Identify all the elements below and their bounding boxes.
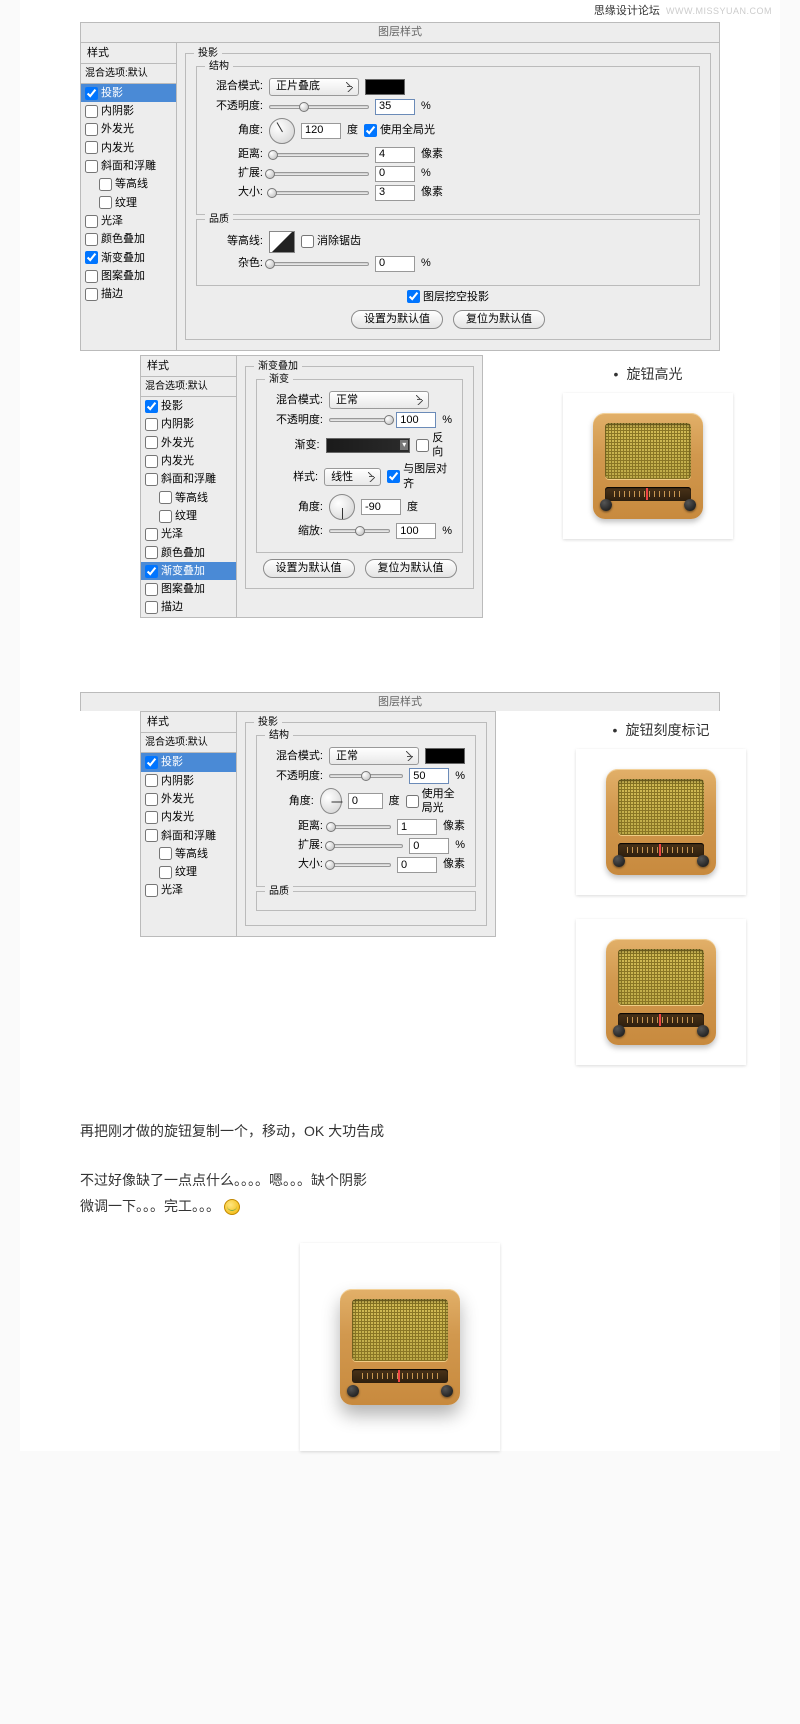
opacity-slider[interactable] — [269, 105, 369, 109]
tutorial-text-1: 再把刚才做的旋钮复制一个，移动，OK 大功告成 — [80, 1119, 720, 1144]
blend-mode-select[interactable]: 正常 — [329, 391, 429, 409]
checkbox[interactable] — [85, 160, 98, 173]
scale-slider[interactable] — [329, 529, 390, 533]
noise-input[interactable]: 0 — [375, 256, 415, 272]
distance-input[interactable]: 4 — [375, 147, 415, 163]
reset-default-button[interactable]: 复位为默认值 — [453, 310, 545, 329]
blend-mode-select[interactable]: 正片叠底 — [269, 78, 359, 96]
checkbox[interactable] — [99, 178, 112, 191]
spread-slider[interactable] — [269, 172, 369, 176]
make-default-button[interactable]: 设置为默认值 — [263, 559, 355, 578]
use-global-light[interactable]: 使用全局光 — [364, 123, 435, 137]
style-gradient-overlay[interactable]: 渐变叠加 — [141, 562, 236, 580]
use-global-light[interactable]: 使用全局光 — [406, 787, 465, 816]
preview-card — [563, 393, 733, 539]
size-slider[interactable] — [329, 863, 391, 867]
style-drop-shadow[interactable]: 投影 — [141, 397, 236, 415]
final-preview — [20, 1243, 780, 1451]
checkbox[interactable] — [85, 270, 98, 283]
angle-input[interactable]: -90 — [361, 499, 401, 515]
checkbox[interactable] — [99, 196, 112, 209]
layer-style-panel-2: 样式 混合选项:默认 投影 内阴影 外发光 内发光 斜面和浮雕 等高线 纹理 光… — [140, 355, 483, 618]
blend-mode-select[interactable]: 正常 — [329, 747, 419, 765]
style-bevel[interactable]: 斜面和浮雕 — [81, 157, 176, 175]
style-inner-shadow[interactable]: 内阴影 — [81, 102, 176, 120]
checkbox[interactable] — [85, 215, 98, 228]
radio-icon — [606, 769, 716, 875]
reverse-checkbox[interactable]: 反向 — [416, 431, 452, 460]
grin-emoji-icon — [224, 1199, 240, 1215]
opacity-input[interactable]: 50 — [409, 768, 449, 784]
style-pattern-overlay[interactable]: 图案叠加 — [81, 267, 176, 285]
preview-label-knob-highlight: 旋钮高光 — [563, 365, 733, 383]
style-color-overlay[interactable]: 颜色叠加 — [81, 230, 176, 248]
style-texture[interactable]: 纹理 — [81, 194, 176, 212]
checkbox[interactable] — [85, 251, 98, 264]
style-satin[interactable]: 光泽 — [81, 212, 176, 230]
opacity-slider[interactable] — [329, 418, 390, 422]
style-gradient-overlay[interactable]: 渐变叠加 — [81, 249, 176, 267]
checkbox[interactable] — [85, 123, 98, 136]
blend-options[interactable]: 混合选项:默认 — [81, 64, 176, 84]
make-default-button[interactable]: 设置为默认值 — [351, 310, 443, 329]
contour-picker[interactable] — [269, 231, 295, 253]
style-list-header: 样式 — [81, 43, 176, 64]
gradient-picker[interactable] — [326, 438, 411, 453]
style-outer-glow[interactable]: 外发光 — [81, 120, 176, 138]
quality-group: 品质 等高线: 消除锯齿 杂色: 0% — [196, 219, 700, 286]
size-input[interactable]: 3 — [375, 185, 415, 201]
angle-dial[interactable] — [329, 494, 355, 520]
style-inner-glow[interactable]: 内发光 — [81, 139, 176, 157]
style-drop-shadow[interactable]: 投影 — [141, 753, 236, 771]
angle-dial[interactable] — [269, 118, 295, 144]
align-with-layer[interactable]: 与图层对齐 — [387, 462, 452, 491]
checkbox[interactable] — [85, 233, 98, 246]
tutorial-text-2: 不过好像缺了一点点什么。。。。嗯。。。缺个阴影 微调一下。。。完工。。。 — [80, 1168, 720, 1218]
checkbox[interactable] — [85, 105, 98, 118]
style-stroke[interactable]: 描边 — [81, 285, 176, 303]
style-list: 样式 混合选项:默认 投影 内阴影 外发光 内发光 斜面和浮雕 等高线 纹理 光… — [81, 43, 177, 350]
preview-label-knob-scale: 旋钮刻度标记 — [576, 721, 746, 739]
layer-style-panel-1: 样式 混合选项:默认 投影 内阴影 外发光 内发光 斜面和浮雕 等高线 纹理 光… — [80, 42, 720, 351]
anti-alias[interactable]: 消除锯齿 — [301, 234, 361, 248]
style-drop-shadow[interactable]: 投影 — [81, 84, 176, 102]
spread-slider[interactable] — [329, 844, 403, 848]
opacity-input[interactable]: 100 — [396, 412, 436, 428]
radio-icon — [606, 939, 716, 1045]
radio-icon — [593, 413, 703, 519]
checkbox[interactable] — [85, 288, 98, 301]
gradient-style-select[interactable]: 线性 — [324, 468, 381, 486]
dialog-title: 图层样式 — [80, 22, 720, 41]
style-contour[interactable]: 等高线 — [81, 175, 176, 193]
distance-slider[interactable] — [269, 153, 369, 157]
distance-slider[interactable] — [329, 825, 391, 829]
spread-input[interactable]: 0 — [409, 838, 449, 854]
angle-input[interactable]: 120 — [301, 123, 341, 139]
opacity-slider[interactable] — [329, 774, 403, 778]
noise-slider[interactable] — [269, 262, 369, 266]
reset-default-button[interactable]: 复位为默认值 — [365, 559, 457, 578]
layer-style-panel-3: 样式 混合选项:默认 投影 内阴影 外发光 内发光 斜面和浮雕 等高线 纹理 光… — [140, 711, 496, 937]
color-swatch[interactable] — [425, 748, 465, 764]
distance-input[interactable]: 1 — [397, 819, 437, 835]
checkbox[interactable] — [85, 141, 98, 154]
spread-input[interactable]: 0 — [375, 166, 415, 182]
size-slider[interactable] — [269, 191, 369, 195]
checkbox[interactable] — [85, 87, 98, 100]
scale-input[interactable]: 100 — [396, 523, 436, 539]
angle-input[interactable]: 0 — [348, 793, 383, 809]
watermark: 思缘设计论坛 WWW.MISSYUAN.COM — [20, 0, 780, 22]
angle-dial[interactable] — [320, 788, 342, 814]
layer-knockout[interactable]: 图层挖空投影 — [407, 290, 489, 304]
size-input[interactable]: 0 — [397, 857, 437, 873]
color-swatch[interactable] — [365, 79, 405, 95]
opacity-input[interactable]: 35 — [375, 99, 415, 115]
structure-group: 投影 结构 混合模式: 正片叠底 不透明度: 35% 角度: 120度 使用全局… — [185, 53, 711, 340]
